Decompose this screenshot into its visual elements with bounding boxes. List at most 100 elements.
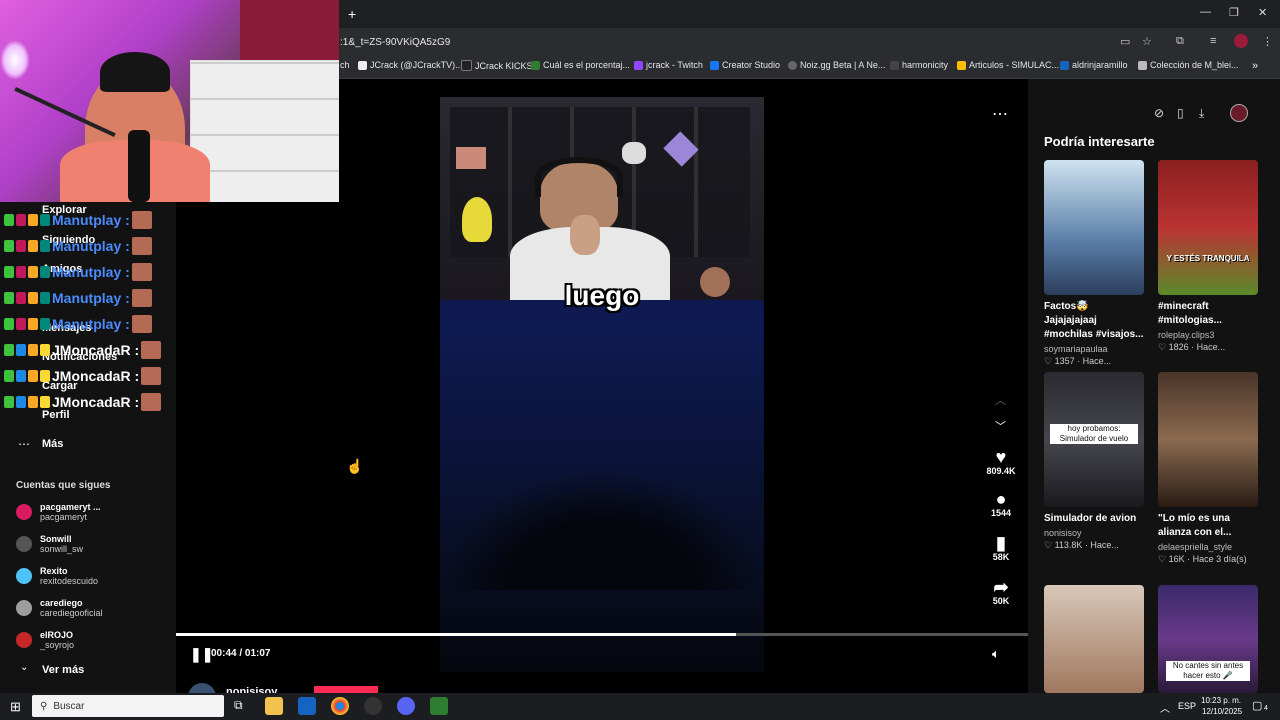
recommendation-card[interactable]: "Lo mío es una alianza con el... delaesp… [1158, 372, 1258, 565]
extensions-icon[interactable]: ⧉ [1176, 35, 1184, 48]
discord-icon[interactable] [397, 697, 415, 715]
like-button[interactable]: ♥ 809.4K [980, 448, 1022, 476]
bookmark-icon: ▮ [996, 533, 1006, 553]
volume-icon[interactable]: 🔈︎ [992, 646, 1000, 662]
account-handle: pacgameryt [40, 512, 88, 522]
bookmark-item[interactable]: Articulos - SIMULAC... [957, 60, 1059, 70]
account-handle: _soyrojo [40, 640, 75, 650]
reading-list-icon[interactable]: ≡ [1210, 35, 1216, 47]
bookmark-item[interactable]: Colección de M_blei... [1138, 60, 1239, 70]
bookmark-item[interactable]: Noiz.gg Beta | A Ne... [788, 60, 885, 70]
recommendation-card[interactable]: Y ESTÉS TRANQUILA #minecraft #mitologias… [1158, 160, 1258, 353]
nav-mas[interactable]: Más [42, 438, 63, 450]
recommendation-card[interactable] [1044, 585, 1144, 693]
bookmark-item[interactable]: aldrinjaramillo [1060, 60, 1128, 70]
notification-icon[interactable]: ▢ [1252, 699, 1262, 712]
chat-message: JMoncadaR : [4, 339, 162, 361]
avatar [16, 504, 32, 520]
task-view-icon[interactable]: ⧉ [234, 698, 243, 713]
save-button[interactable]: ▮ 58K [980, 534, 1022, 562]
card-thumbnail: hoy probamos: Simulador de vuelo [1044, 372, 1144, 507]
close-icon[interactable]: ✕ [1258, 6, 1267, 19]
bookmark-item[interactable]: jcrack - Twitch [634, 60, 703, 70]
card-title: #minecraft #mitologias... [1158, 301, 1222, 326]
bookmark-item[interactable]: Creator Studio [710, 60, 780, 70]
bookmark-item[interactable]: harmonicity [890, 60, 948, 70]
excel-icon[interactable] [430, 697, 448, 715]
share-icon: ➦ [993, 577, 1009, 597]
followed-account[interactable]: Sonwill sonwill_sw [16, 529, 83, 559]
bookmark-item[interactable]: JCrack (@JCrackTV)... [358, 60, 463, 70]
chat-message: JMoncadaR : [4, 365, 162, 387]
menu-kebab-icon[interactable]: ⋮ [1262, 35, 1273, 48]
search-placeholder: Buscar [53, 700, 85, 712]
avatar [16, 632, 32, 648]
windows-start-icon[interactable]: ⊞ [10, 699, 21, 715]
minimize-icon[interactable]: — [1200, 6, 1211, 18]
account-handle: sonwill_sw [40, 544, 84, 554]
chat-username: JMoncadaR : [52, 342, 140, 358]
chat-message: JMoncadaR : [4, 391, 162, 413]
recommendation-card[interactable]: Factos🤯 Jajajajajaaj #mochilas #visajos.… [1044, 160, 1144, 367]
followed-account[interactable]: pacgameryt ... pacgameryt [16, 497, 101, 527]
obs-icon[interactable] [364, 697, 382, 715]
outlook-icon[interactable] [298, 697, 316, 715]
share-button[interactable]: ➦ 50K [980, 578, 1022, 606]
chat-message: Manutplay : [4, 209, 152, 231]
bookmark-item[interactable]: ch [340, 60, 350, 70]
chat-emote [131, 289, 152, 307]
bookmark-item[interactable]: Cuál es el porcentaj... [531, 60, 630, 70]
recommendations-title: Podría interesarte [1044, 134, 1155, 149]
more-options-icon[interactable]: ⋯ [992, 104, 1008, 124]
card-thumbnail: Y ESTÉS TRANQUILA [1158, 160, 1258, 295]
next-video-icon[interactable]: ﹀ [995, 418, 1006, 434]
chat-emote [131, 211, 152, 229]
bookmark-item[interactable]: JCrack KICKS [461, 60, 533, 71]
pause-icon[interactable]: ❚❚ [190, 646, 213, 663]
webcam-overlay [0, 0, 339, 202]
profile-avatar[interactable] [1234, 34, 1248, 48]
address-bar[interactable]: :1&_t=ZS-90VKiQA5zG9 [340, 37, 450, 48]
mobile-icon[interactable]: ▯ [1177, 106, 1184, 120]
new-tab-button[interactable]: + [348, 6, 356, 22]
language-indicator[interactable]: ESP [1178, 701, 1196, 711]
followed-account[interactable]: carediego carediegooficial [16, 593, 103, 623]
comment-button[interactable]: ● 1544 [980, 490, 1022, 518]
extension-avatar[interactable] [1230, 104, 1248, 122]
recommendation-card[interactable]: No cantes sin antes hacer esto 🎤 [1158, 585, 1258, 693]
bookmarks-more-button[interactable]: » [1252, 60, 1258, 72]
clock-time[interactable]: 10:23 p. m. [1201, 696, 1241, 705]
card-stats: ♡ 16K · Hace 3 día(s) [1158, 554, 1247, 564]
chat-username: Manutplay : [52, 238, 130, 254]
followed-account[interactable]: elROJO _soyrojo [16, 625, 74, 655]
taskbar-search[interactable]: ⚲ Buscar [32, 695, 224, 717]
tray-chevron-icon[interactable]: ︿ [1160, 700, 1170, 715]
restore-icon[interactable]: ❐ [1229, 6, 1239, 19]
chat-message: Manutplay : [4, 261, 152, 283]
recommendation-card[interactable]: hoy probamos: Simulador de vuelo Simulad… [1044, 372, 1144, 551]
save-count: 58K [992, 552, 1010, 562]
chat-message: Manutplay : [4, 287, 152, 309]
followed-account[interactable]: Rexito rexitodescuido [16, 561, 98, 591]
chrome-icon[interactable] [331, 697, 349, 715]
previous-video-icon[interactable]: ︿ [995, 392, 1006, 408]
chat-emote [131, 315, 152, 333]
search-icon: ⚲ [40, 700, 48, 712]
account-name: elROJO [40, 630, 74, 640]
download-icon[interactable]: ⤓ [1199, 106, 1204, 121]
feed-icon[interactable]: ⊘ [1154, 106, 1164, 120]
chat-username: Manutplay : [52, 212, 130, 228]
bookmark-star-icon[interactable]: ☆ [1142, 35, 1152, 48]
file-explorer-icon[interactable] [265, 697, 283, 715]
see-more-link[interactable]: Ver más [42, 664, 84, 676]
cast-icon[interactable]: ▭ [1120, 35, 1130, 48]
share-count: 50K [992, 596, 1010, 606]
progress-bar[interactable] [176, 633, 1028, 636]
video-caption: luego [564, 280, 640, 311]
video-studio-scene [440, 97, 764, 300]
card-user: nonisisoy [1044, 528, 1082, 538]
video-time: 00:44 / 01:07 [211, 648, 271, 659]
clock-date[interactable]: 12/10/2025 [1202, 707, 1242, 716]
chat-message: Manutplay : [4, 235, 152, 257]
chat-emote [131, 237, 152, 255]
